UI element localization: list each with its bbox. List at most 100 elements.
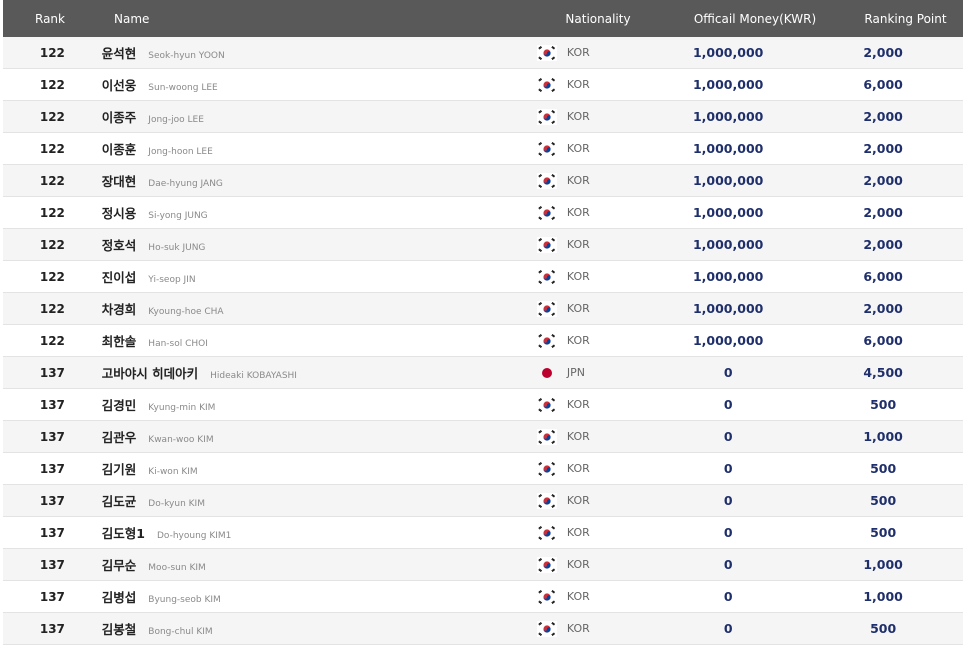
header-official-money[interactable]: Officail Money(KWR)	[685, 12, 825, 26]
rank-cell: 122	[39, 141, 65, 156]
korean-name[interactable]: 김경민	[102, 395, 137, 414]
english-name: Hideaki KOBAYASHI	[210, 371, 297, 381]
korean-name[interactable]: 최한솔	[102, 331, 137, 350]
table-row[interactable]: 137 김봉철 Bong-chul KIM KOR 0 500	[3, 613, 963, 645]
name-cell: 장대현 Dae-hyung JANG	[102, 171, 527, 190]
official-money-cell: 0	[723, 429, 733, 444]
korean-name[interactable]: 김병섭	[102, 587, 137, 606]
nationality-code: KOR	[566, 430, 590, 443]
table-row[interactable]: 122 이종훈 Jong-hoon LEE KOR 1,000,000 2,000	[3, 133, 963, 165]
ranking-point-cell: 500	[870, 461, 897, 476]
nationality-code: KOR	[566, 590, 590, 603]
english-name: Si-yong JUNG	[148, 211, 208, 221]
korean-name[interactable]: 장대현	[102, 171, 137, 190]
english-name: Dae-hyung JANG	[148, 179, 223, 189]
kor-flag-icon	[536, 460, 557, 477]
nationality-cell: KOR	[527, 332, 653, 349]
official-money-cell: 1,000,000	[692, 333, 764, 348]
table-row[interactable]: 122 차경희 Kyoung-hoe CHA KOR 1,000,000 2,000	[3, 293, 963, 325]
ranking-point-cell: 4,500	[863, 365, 903, 380]
header-name[interactable]: Name	[97, 12, 536, 26]
nationality-cell: KOR	[527, 492, 653, 509]
header-nationality[interactable]: Nationality	[511, 12, 685, 26]
table-row[interactable]: 122 정호석 Ho-suk JUNG KOR 1,000,000 2,000	[3, 229, 963, 261]
table-row[interactable]: 122 진이섭 Yi-seop JIN KOR 1,000,000 6,000	[3, 261, 963, 293]
kor-flag-icon	[536, 300, 557, 317]
name-cell: 김관우 Kwan-woo KIM	[102, 427, 527, 446]
korean-name[interactable]: 이종주	[102, 107, 137, 126]
name-cell: 이종주 Jong-joo LEE	[102, 107, 527, 126]
nationality-cell: KOR	[527, 428, 653, 445]
kor-flag-icon	[536, 620, 557, 637]
table-row[interactable]: 122 정시용 Si-yong JUNG KOR 1,000,000 2,000	[3, 197, 963, 229]
ranking-point-cell: 2,000	[863, 141, 903, 156]
rank-cell: 137	[39, 525, 65, 540]
nationality-cell: KOR	[527, 300, 653, 317]
table-row[interactable]: 122 윤석현 Seok-hyun YOON KOR 1,000,000 2,000	[3, 37, 963, 69]
table-row[interactable]: 122 이선웅 Sun-woong LEE KOR 1,000,000 6,000	[3, 69, 963, 101]
rank-cell: 137	[39, 493, 65, 508]
table-row[interactable]: 137 김기원 Ki-won KIM KOR 0 500	[3, 453, 963, 485]
name-cell: 김무순 Moo-sun KIM	[102, 555, 527, 574]
kor-flag-icon	[536, 268, 557, 285]
english-name: Moo-sun KIM	[148, 563, 206, 573]
korean-name[interactable]: 이종훈	[102, 139, 137, 158]
name-cell: 김봉철 Bong-chul KIM	[102, 619, 527, 638]
nationality-code: KOR	[566, 270, 590, 283]
korean-name[interactable]: 고바야시 히데아키	[102, 363, 198, 382]
nationality-code: KOR	[566, 206, 590, 219]
official-money-cell: 0	[723, 525, 733, 540]
official-money-cell: 0	[723, 589, 733, 604]
table-header: Rank Name Nationality Officail Money(KWR…	[3, 0, 963, 37]
official-money-cell: 0	[723, 493, 733, 508]
table-row[interactable]: 122 이종주 Jong-joo LEE KOR 1,000,000 2,000	[3, 101, 963, 133]
table-row[interactable]: 122 장대현 Dae-hyung JANG KOR 1,000,000 2,000	[3, 165, 963, 197]
table-row[interactable]: 137 김관우 Kwan-woo KIM KOR 0 1,000	[3, 421, 963, 453]
rank-cell: 122	[39, 301, 65, 316]
nationality-cell: KOR	[527, 460, 653, 477]
korean-name[interactable]: 김기원	[102, 459, 137, 478]
korean-name[interactable]: 차경희	[102, 299, 137, 318]
korean-name[interactable]: 김봉철	[102, 619, 137, 638]
ranking-point-cell: 2,000	[863, 109, 903, 124]
table-row[interactable]: 137 김도형1 Do-hyoung KIM1 KOR 0 500	[3, 517, 963, 549]
rank-cell: 122	[39, 45, 65, 60]
nationality-cell: KOR	[527, 44, 653, 61]
table-row[interactable]: 137 고바야시 히데아키 Hideaki KOBAYASHI JPN 0 4,500	[3, 357, 963, 389]
kor-flag-icon	[536, 108, 557, 125]
table-row[interactable]: 137 김경민 Kyung-min KIM KOR 0 500	[3, 389, 963, 421]
table-row[interactable]: 137 김무순 Moo-sun KIM KOR 0 1,000	[3, 549, 963, 581]
table-row[interactable]: 122 최한솔 Han-sol CHOI KOR 1,000,000 6,000	[3, 325, 963, 357]
korean-name[interactable]: 이선웅	[102, 75, 137, 94]
korean-name[interactable]: 정시용	[102, 203, 137, 222]
english-name: Ho-suk JUNG	[148, 243, 206, 253]
rank-cell: 137	[39, 557, 65, 572]
header-rank[interactable]: Rank	[3, 12, 97, 26]
korean-name[interactable]: 진이섭	[102, 267, 137, 286]
nationality-code: KOR	[566, 462, 590, 475]
english-name: Sun-woong LEE	[148, 83, 218, 93]
rank-cell: 122	[39, 77, 65, 92]
nationality-cell: JPN	[527, 365, 653, 381]
nationality-cell: KOR	[527, 268, 653, 285]
ranking-point-cell: 6,000	[863, 333, 903, 348]
ranking-point-cell: 500	[870, 621, 897, 636]
table-body: 122 윤석현 Seok-hyun YOON KOR 1,000,000 2,000 122…	[3, 37, 963, 645]
korean-name[interactable]: 김도형1	[102, 523, 145, 542]
english-name: Ki-won KIM	[148, 467, 198, 477]
kor-flag-icon	[536, 396, 557, 413]
korean-name[interactable]: 김도균	[102, 491, 137, 510]
korean-name[interactable]: 정호석	[102, 235, 137, 254]
table-row[interactable]: 137 김도균 Do-kyun KIM KOR 0 500	[3, 485, 963, 517]
english-name: Jong-hoon LEE	[148, 147, 213, 157]
rank-cell: 137	[39, 621, 65, 636]
table-row[interactable]: 137 김병섭 Byung-seob KIM KOR 0 1,000	[3, 581, 963, 613]
korean-name[interactable]: 윤석현	[102, 43, 137, 62]
korean-name[interactable]: 김무순	[102, 555, 137, 574]
nationality-code: KOR	[566, 398, 590, 411]
rank-cell: 137	[39, 397, 65, 412]
header-ranking-point[interactable]: Ranking Point	[825, 12, 968, 26]
english-name: Byung-seob KIM	[148, 595, 221, 605]
korean-name[interactable]: 김관우	[102, 427, 137, 446]
name-cell: 최한솔 Han-sol CHOI	[102, 331, 527, 350]
